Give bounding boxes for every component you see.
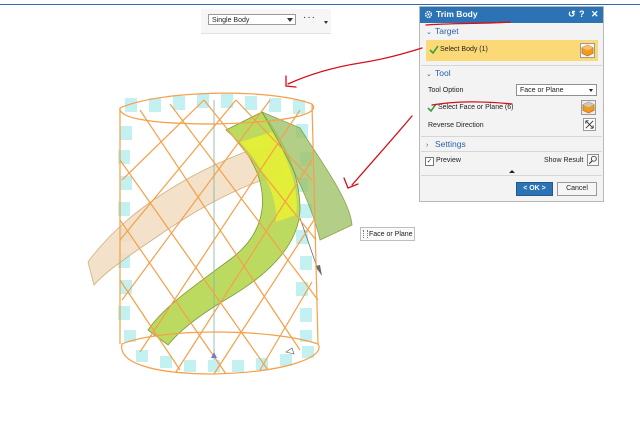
section-divider: [421, 65, 602, 66]
select-body-label: Select Body (1): [440, 46, 488, 53]
datum-csys-icon: [285, 347, 295, 355]
dialog-titlebar[interactable]: Trim Body ↺ ? ✕: [420, 7, 603, 23]
reverse-direction-icon[interactable]: [583, 118, 596, 131]
tooltip-text: Face or Plane: [369, 231, 413, 238]
toolbar-dropdown-icon[interactable]: [324, 21, 328, 24]
selection-bar: Single Body ···: [201, 9, 331, 34]
section-tool-header[interactable]: ⌄ Tool: [426, 68, 451, 79]
reset-icon[interactable]: ↺: [568, 9, 576, 20]
show-result-label: Show Result: [544, 157, 584, 164]
section-tool-label: Tool: [435, 68, 451, 78]
type-filter-dropdown[interactable]: Single Body: [208, 14, 296, 25]
close-icon[interactable]: ✕: [591, 9, 599, 20]
trim-body-dialog: Trim Body ↺ ? ✕ ⌄ Target Select Body (1) …: [419, 6, 604, 202]
expand-caret-icon[interactable]: [509, 170, 515, 173]
check-icon: [427, 103, 437, 112]
preview-checkbox[interactable]: ✓: [425, 157, 434, 166]
tooltip-grip-icon: [363, 230, 368, 238]
check-icon: [429, 45, 439, 54]
dialog-title: Trim Body: [436, 9, 478, 19]
section-divider: [421, 151, 602, 152]
ok-button[interactable]: < OK >: [516, 182, 553, 196]
body-select-icon[interactable]: [580, 43, 595, 58]
chevron-down-icon: [287, 18, 293, 22]
collapse-chevron-icon: ⌄: [426, 71, 432, 78]
selection-tooltip: Face or Plane: [360, 227, 415, 241]
more-options-icon[interactable]: ···: [303, 12, 316, 23]
reverse-direction-label: Reverse Direction: [428, 122, 484, 129]
help-icon[interactable]: ?: [579, 9, 585, 20]
section-target-label: Target: [435, 26, 459, 36]
window-top-border: [0, 4, 640, 5]
tool-option-label: Tool Option: [428, 87, 464, 94]
show-result-icon[interactable]: [587, 154, 599, 166]
gear-icon: [424, 10, 433, 19]
graphics-viewport[interactable]: [0, 40, 415, 441]
cancel-button[interactable]: Cancel: [557, 182, 597, 196]
chevron-down-icon: [589, 89, 593, 92]
section-divider: [421, 136, 602, 137]
tool-option-value: Face or Plane: [520, 87, 564, 94]
section-settings-header[interactable]: › Settings: [426, 139, 466, 150]
type-filter-value: Single Body: [212, 17, 250, 24]
section-divider: [421, 175, 602, 176]
section-target-header[interactable]: ⌄ Target: [426, 26, 459, 37]
expand-chevron-icon: ›: [426, 142, 429, 149]
tool-option-dropdown[interactable]: Face or Plane: [516, 84, 597, 96]
preview-label: Preview: [436, 157, 461, 164]
collapse-chevron-icon: ⌄: [426, 29, 432, 36]
section-settings-label: Settings: [435, 139, 466, 149]
select-face-label[interactable]: Select Face or Plane (6): [438, 103, 513, 112]
face-select-icon[interactable]: [581, 100, 596, 115]
